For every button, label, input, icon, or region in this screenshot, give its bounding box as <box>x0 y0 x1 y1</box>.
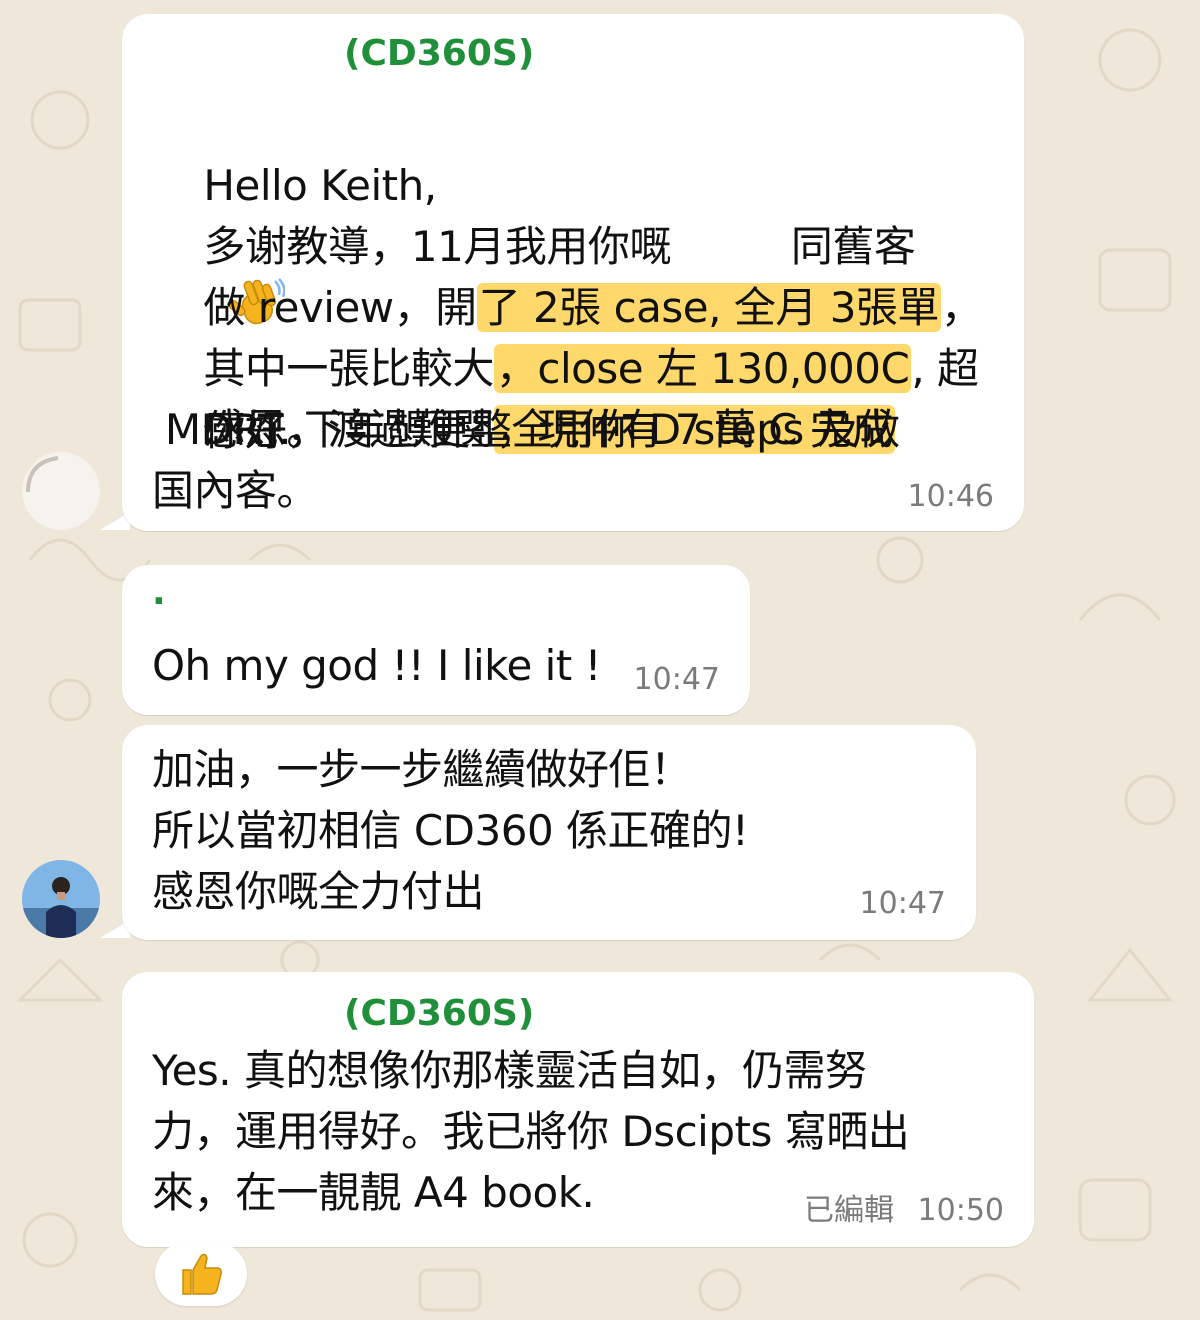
edited-label: 已編輯 <box>803 1193 894 1228</box>
avatar-placeholder-icon <box>23 453 99 529</box>
message-line: Yes. 真的想像你那樣靈活自如，仍需努 <box>152 1046 867 1095</box>
message-line: 來，在一靚靚 A4 book. <box>152 1168 595 1217</box>
reaction-badge[interactable] <box>155 1242 247 1306</box>
message-line: 国內客。 <box>152 466 319 515</box>
message-bubble-1[interactable]: (CD360S) Hello Keith, 你好。 多谢教導，11月我用你嘅 同舊… <box>122 14 1024 531</box>
sender-name[interactable]: (CD360S) <box>344 32 534 76</box>
sender-avatar[interactable] <box>22 860 100 938</box>
message-text: Oh my god !! I like it ! <box>152 641 601 690</box>
message-line: 所以當初相信 CD360 係正確的! <box>152 806 749 855</box>
message-line: 力，運用得好。我已將你 Dscipts 寫晒出 <box>152 1107 910 1156</box>
person-avatar-icon <box>22 860 100 938</box>
message-timestamp: 10:50 <box>917 1193 1004 1228</box>
message-bubble-4[interactable]: (CD360S) Yes. 真的想像你那樣靈活自如，仍需努 力，運用得好。我已將… <box>122 972 1034 1247</box>
thumbs-up-icon <box>182 1253 222 1295</box>
sender-name[interactable]: (CD360S) <box>344 992 534 1036</box>
message-timestamp: 10:46 <box>907 479 994 514</box>
message-timestamp: 10:47 <box>633 662 720 697</box>
sender-avatar[interactable] <box>22 452 100 530</box>
message-meta: 已編輯 10:50 <box>804 1194 1004 1228</box>
message-bubble-3[interactable]: 加油，一步一步繼續做好佢！ 所以當初相信 CD360 係正確的! 感恩你嘅全力付… <box>122 725 976 940</box>
message-line: MDRT. 下年想更整全用你 D steps 及做 <box>152 405 900 454</box>
message-bubble-2[interactable]: . Oh my god !! I like it ! 10:47 <box>122 565 750 715</box>
message-line: 感恩你嘅全力付出 <box>152 867 485 916</box>
message-timestamp: 10:47 <box>859 886 946 921</box>
message-text: , 超 <box>911 344 979 393</box>
message-line: 加油，一步一步繼續做好佢！ <box>152 745 692 794</box>
sender-name[interactable]: . <box>152 571 166 615</box>
